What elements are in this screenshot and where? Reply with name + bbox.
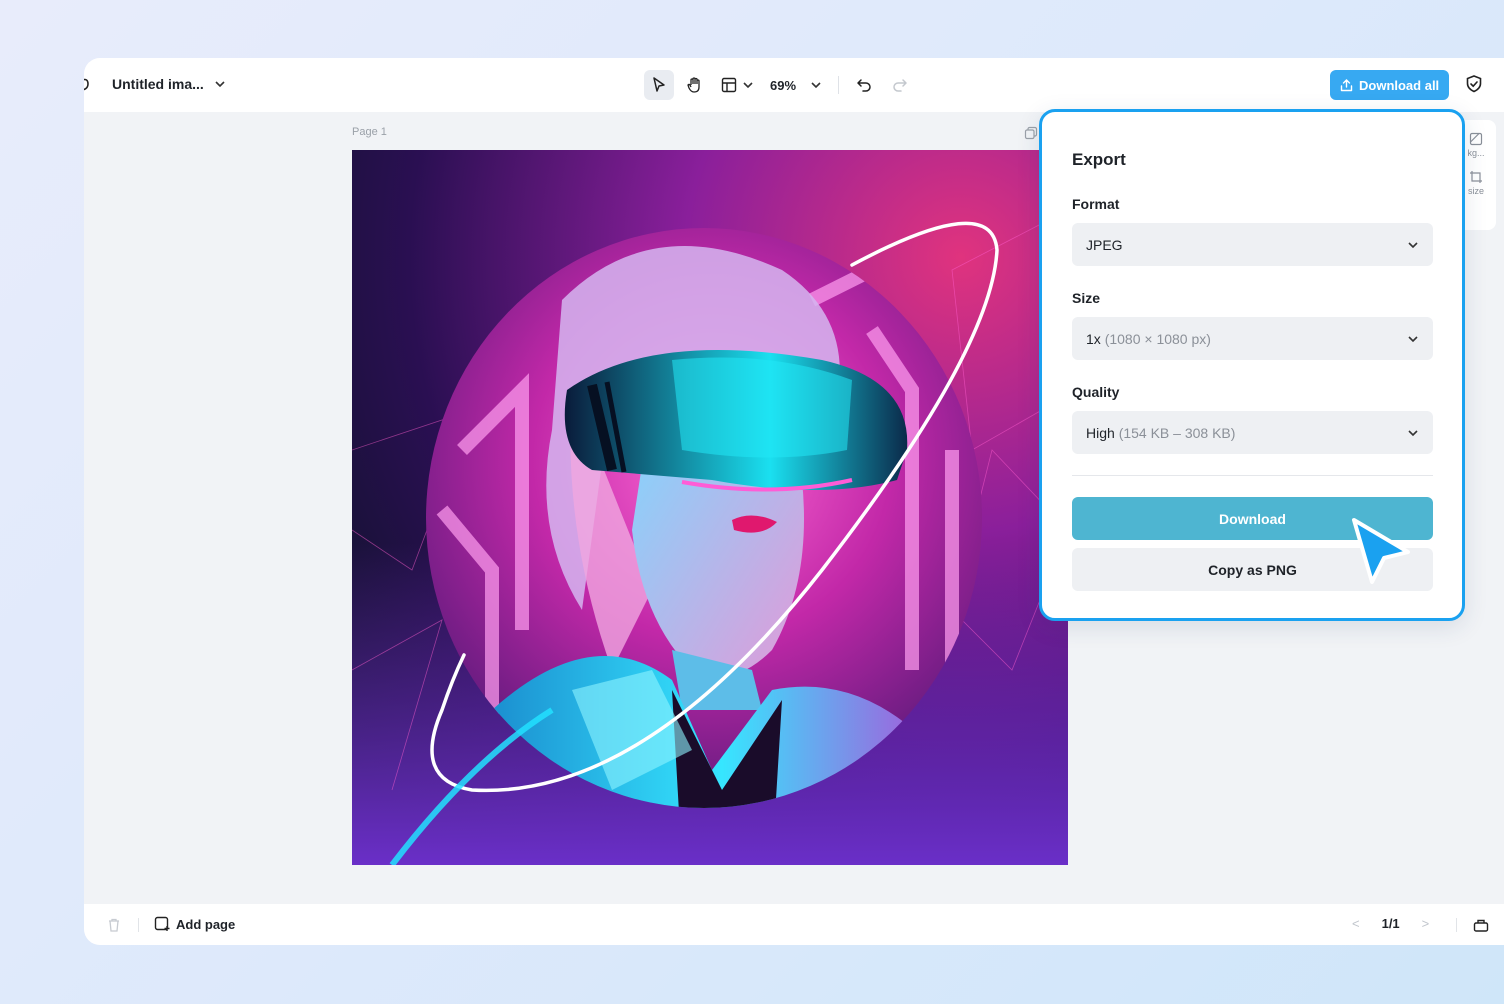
format-select[interactable]: JPEG xyxy=(1072,223,1433,266)
layers-icon[interactable] xyxy=(1473,917,1489,933)
download-all-label: Download all xyxy=(1359,77,1440,93)
layout-dropdown[interactable] xyxy=(716,70,758,100)
background-icon xyxy=(1469,132,1483,146)
panel-divider xyxy=(1072,475,1433,476)
chevron-down-icon xyxy=(1408,335,1418,342)
bottom-divider xyxy=(138,918,139,932)
undo-icon xyxy=(857,79,871,92)
prev-page-icon[interactable]: < xyxy=(1352,916,1360,931)
next-page-icon[interactable]: > xyxy=(1422,916,1430,931)
quality-value: High xyxy=(1086,424,1115,441)
quality-select[interactable]: High (154 KB – 308 KB) xyxy=(1072,411,1433,454)
trash-icon[interactable] xyxy=(106,917,122,933)
download-all-button[interactable]: Download all xyxy=(1330,70,1450,100)
zoom-level: 69% xyxy=(770,77,797,93)
export-icon xyxy=(1340,78,1353,91)
size-label: Size xyxy=(1072,290,1101,306)
format-value: JPEG xyxy=(1086,236,1123,253)
pointer-icon xyxy=(653,77,665,92)
size-value-wrap: 1x (1080 × 1080 px) xyxy=(1086,331,1211,347)
export-title: Export xyxy=(1072,150,1126,169)
canvas-tools: 69% xyxy=(644,70,915,100)
chevron-down-icon xyxy=(743,82,753,89)
resize-icon xyxy=(1470,171,1482,183)
size-select[interactable]: 1x (1080 × 1080 px) xyxy=(1072,317,1433,360)
page-counter: 1/1 xyxy=(1381,916,1400,931)
document-title-menu[interactable]: Untitled ima... xyxy=(84,74,226,94)
quality-value-wrap: High (154 KB – 308 KB) xyxy=(1086,425,1235,441)
shield-icon[interactable] xyxy=(1464,74,1484,94)
toolbar-divider xyxy=(838,76,840,94)
size-detail: (1080 × 1080 px) xyxy=(1104,330,1211,347)
canvas-artwork[interactable] xyxy=(352,150,1068,865)
add-page-button[interactable]: Add page xyxy=(154,916,235,932)
hand-tool-button[interactable] xyxy=(680,70,710,100)
hand-icon xyxy=(687,77,700,93)
undo-button[interactable] xyxy=(849,70,879,100)
redo-button[interactable] xyxy=(885,70,915,100)
bottom-divider xyxy=(1456,918,1457,932)
chevron-down-icon xyxy=(811,82,821,89)
bottom-bar: Add page < 1/1 > xyxy=(84,904,1504,945)
vr-portrait-image xyxy=(352,150,1068,865)
menu-edge-icon[interactable] xyxy=(84,74,92,94)
add-page-icon xyxy=(154,916,170,931)
chevron-down-icon xyxy=(1408,241,1418,248)
zoom-dropdown[interactable]: 69% xyxy=(764,78,828,93)
chevron-down-icon xyxy=(1408,429,1418,436)
page-label: Page 1 xyxy=(352,126,387,138)
quality-label: Quality xyxy=(1072,384,1120,400)
chevron-down-icon[interactable] xyxy=(214,78,226,90)
add-page-label: Add page xyxy=(176,916,236,932)
quality-detail: (154 KB – 308 KB) xyxy=(1118,424,1236,441)
size-value: 1x xyxy=(1086,330,1101,347)
duplicate-page-icon[interactable] xyxy=(1024,126,1038,140)
format-label: Format xyxy=(1072,196,1120,212)
select-tool-button[interactable] xyxy=(644,70,674,100)
page-navigator: < 1/1 > xyxy=(1352,916,1429,931)
redo-icon xyxy=(893,79,907,92)
mouse-cursor-icon xyxy=(1352,518,1410,584)
top-toolbar: Untitled ima... 69% Download all xyxy=(84,58,1504,112)
layout-icon xyxy=(721,77,737,93)
document-title[interactable]: Untitled ima... xyxy=(112,76,204,92)
